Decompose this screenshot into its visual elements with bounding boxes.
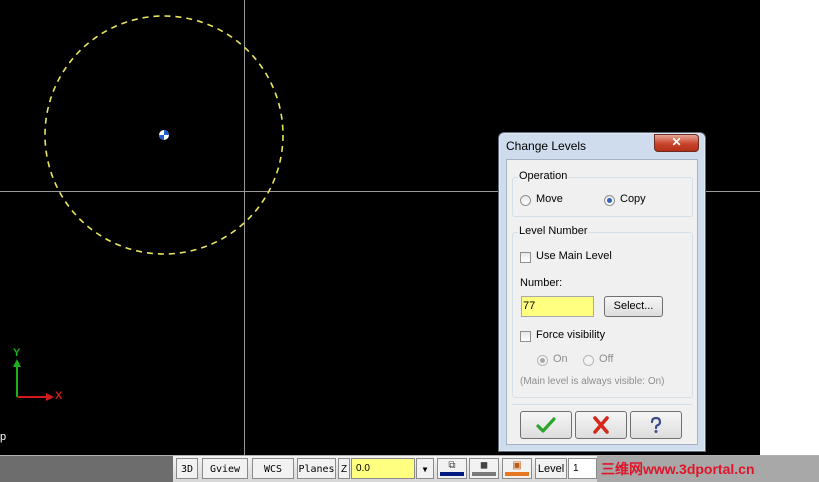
visibility-on-radio[interactable]	[537, 355, 548, 366]
visibility-off-label: Off	[599, 353, 614, 365]
change-levels-dialog: Change Levels ✕ Operation Move Copy Leve…	[498, 132, 706, 452]
dialog-titlebar[interactable]: Change Levels ✕	[499, 133, 705, 159]
planes-button[interactable]: Planes	[297, 458, 336, 479]
dialog-title: Change Levels	[506, 139, 587, 153]
use-main-level-label[interactable]: Use Main Level	[536, 250, 612, 262]
clipped-text: p	[0, 431, 7, 443]
move-label[interactable]: Move	[536, 193, 563, 205]
dialog-client: Operation Move Copy Level Number Use Mai…	[506, 159, 698, 445]
wcs-button[interactable]: WCS	[252, 458, 294, 479]
right-margin	[760, 0, 819, 455]
overlap-squares-icon: ⧉	[448, 460, 456, 471]
gview-button[interactable]: Gview	[202, 458, 248, 479]
copy-radio[interactable]	[604, 195, 615, 206]
origin-marker-icon	[159, 130, 169, 140]
axis-y-label: Y	[13, 347, 21, 359]
number-label: Number:	[520, 277, 563, 289]
force-visibility-label[interactable]: Force visibility	[536, 329, 605, 341]
move-radio[interactable]	[520, 195, 531, 206]
close-button[interactable]: ✕	[654, 134, 699, 152]
z-depth-input[interactable]: 0.0	[351, 458, 415, 479]
buttons-separator	[512, 404, 693, 405]
axis-indicator-icon	[13, 359, 54, 401]
point-color-bar	[472, 472, 496, 476]
main-level-note: (Main level is always visible: On)	[520, 376, 665, 387]
visibility-off-radio[interactable]	[583, 355, 594, 366]
operation-group-label: Operation	[518, 170, 569, 182]
visibility-on-label: On	[553, 353, 568, 365]
force-visibility-checkbox[interactable]	[520, 331, 531, 342]
copy-label[interactable]: Copy	[620, 193, 646, 205]
check-icon	[536, 417, 556, 433]
ok-button[interactable]	[520, 411, 572, 439]
watermark: 三维网www.3dportal.cn	[597, 456, 819, 482]
z-dropdown-button[interactable]: ▼	[416, 458, 434, 479]
status-bar-left-area	[0, 456, 173, 482]
point-color-button[interactable]: ◼	[469, 458, 499, 479]
level-number-group-label: Level Number	[518, 225, 589, 237]
cancel-button[interactable]	[575, 411, 627, 439]
level-input[interactable]: 1	[568, 458, 597, 479]
main-color-bar	[440, 472, 464, 476]
z-depth-label: Z	[338, 458, 350, 479]
line-color-bar	[505, 472, 529, 476]
3d-button[interactable]: 3D	[176, 458, 198, 479]
level-button[interactable]: Level	[535, 458, 567, 479]
main-color-button[interactable]: ⧉	[437, 458, 467, 479]
select-button[interactable]: Select...	[604, 296, 663, 317]
line-color-button[interactable]: ▣	[502, 458, 532, 479]
x-icon	[593, 416, 609, 434]
help-button[interactable]	[630, 411, 682, 439]
box-icon: ▣	[512, 460, 522, 471]
axis-x-label: X	[55, 390, 63, 402]
use-main-level-checkbox[interactable]	[520, 252, 531, 263]
status-bar: 3D Gview WCS Planes Z 0.0 ▼ ⧉ ◼ ▣ Level …	[0, 455, 819, 482]
question-icon	[650, 416, 662, 433]
cube-icon: ◼	[479, 460, 489, 471]
level-number-input[interactable]: 77	[521, 296, 594, 317]
